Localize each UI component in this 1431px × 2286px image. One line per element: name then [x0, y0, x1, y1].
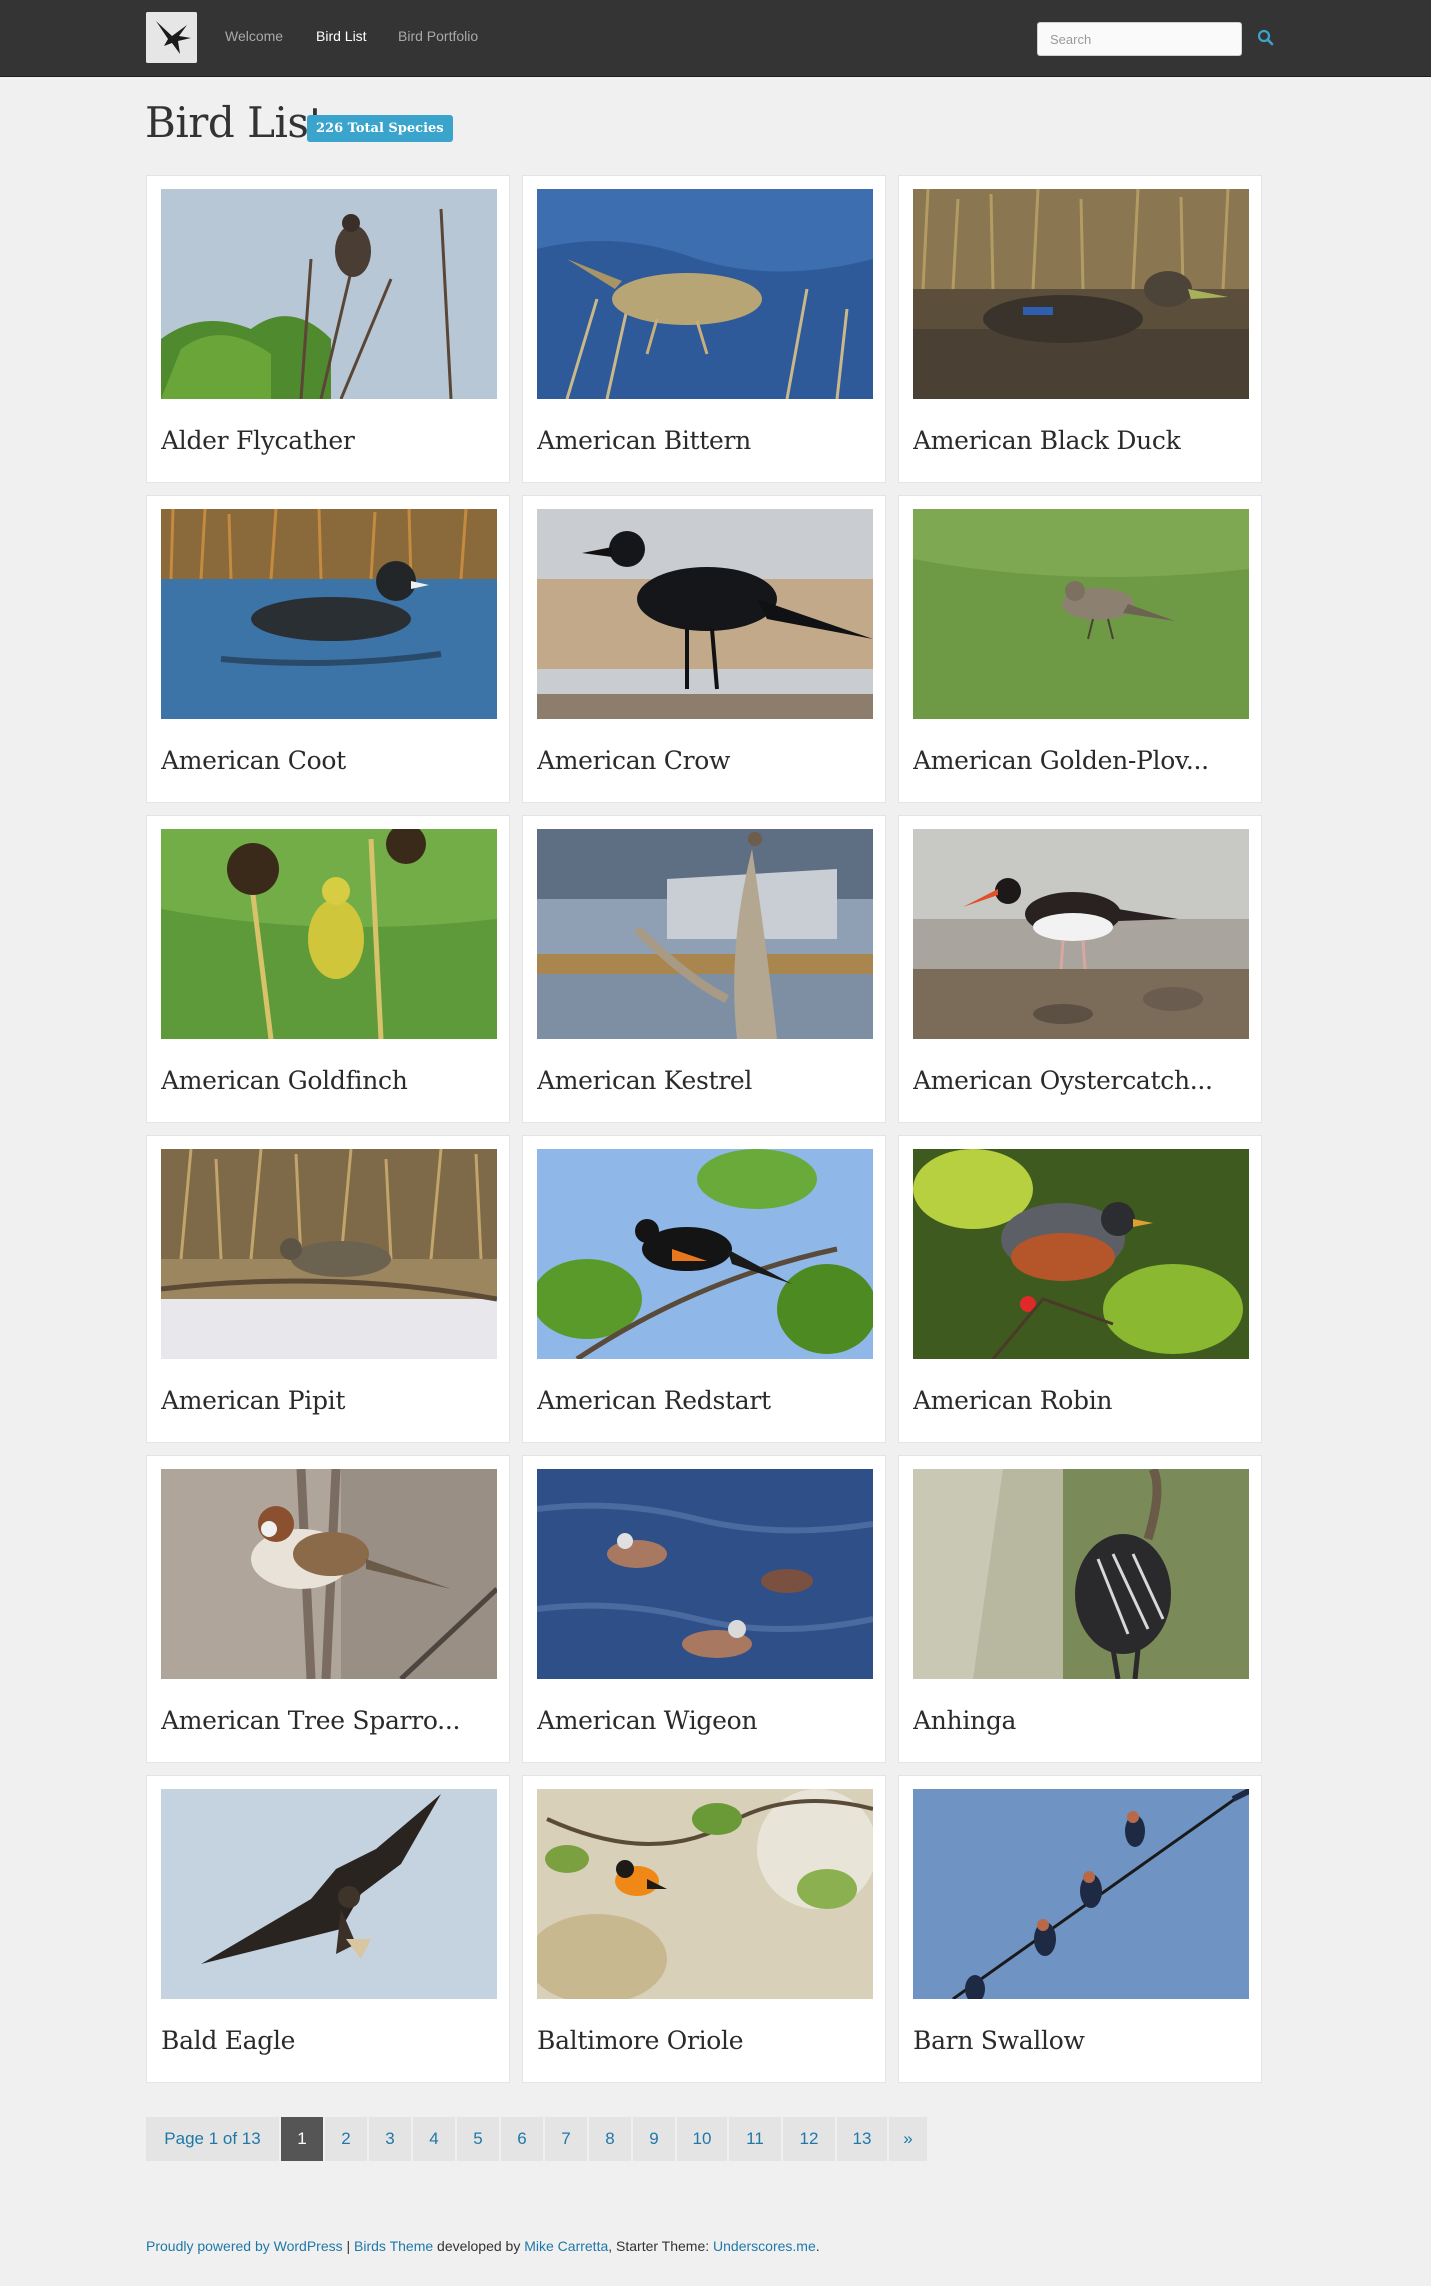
- bird-photo[interactable]: [913, 1789, 1249, 1999]
- bird-photo[interactable]: [537, 189, 873, 399]
- bird-name[interactable]: American Black Duck: [913, 426, 1249, 455]
- page-link-12[interactable]: 12: [783, 2117, 835, 2161]
- bird-name[interactable]: Anhinga: [913, 1706, 1249, 1735]
- bird-name[interactable]: American Golden-Plov...: [913, 746, 1249, 775]
- bird-name[interactable]: American Redstart: [537, 1386, 873, 1415]
- bird-photo[interactable]: [161, 1469, 497, 1679]
- bird-name[interactable]: American Robin: [913, 1386, 1249, 1415]
- bird-photo[interactable]: [537, 829, 873, 1039]
- bird-name[interactable]: Alder Flycather: [161, 426, 497, 455]
- search-input[interactable]: [1037, 22, 1242, 56]
- bird-card[interactable]: Baltimore Oriole: [522, 1775, 886, 2083]
- bird-photo[interactable]: [161, 1149, 497, 1359]
- bird-card[interactable]: American Pipit: [146, 1135, 510, 1443]
- footer-dev-text: developed by: [433, 2238, 525, 2254]
- species-count-badge: 226 Total Species: [307, 115, 453, 142]
- bird-name[interactable]: American Goldfinch: [161, 1066, 497, 1095]
- bird-card[interactable]: American Oystercatch...: [898, 815, 1262, 1123]
- site-logo[interactable]: [146, 12, 197, 63]
- bird-card[interactable]: American Tree Sparro...: [146, 1455, 510, 1763]
- page-link-6[interactable]: 6: [501, 2117, 543, 2161]
- site-footer: Proudly powered by WordPress | Birds The…: [146, 2238, 820, 2254]
- page-info: Page 1 of 13: [146, 2117, 279, 2161]
- bird-card[interactable]: American Crow: [522, 495, 886, 803]
- page-link-10[interactable]: 10: [677, 2117, 727, 2161]
- bird-card[interactable]: Anhinga: [898, 1455, 1262, 1763]
- bird-photo[interactable]: [161, 509, 497, 719]
- bird-name[interactable]: Baltimore Oriole: [537, 2026, 873, 2055]
- page-link-7[interactable]: 7: [545, 2117, 587, 2161]
- bird-card[interactable]: American Kestrel: [522, 815, 886, 1123]
- page-link-2[interactable]: 2: [325, 2117, 367, 2161]
- search-icon: [1257, 29, 1274, 46]
- bird-name[interactable]: American Wigeon: [537, 1706, 873, 1735]
- footer-separator: |: [342, 2238, 355, 2254]
- bird-card[interactable]: Bald Eagle: [146, 1775, 510, 2083]
- nav-link-bird-portfolio[interactable]: Bird Portfolio: [398, 28, 478, 44]
- page-link-13[interactable]: 13: [837, 2117, 887, 2161]
- page-next-button[interactable]: »: [889, 2117, 927, 2161]
- bird-photo[interactable]: [161, 829, 497, 1039]
- search-button[interactable]: [1255, 27, 1277, 49]
- page-link-1[interactable]: 1: [281, 2117, 323, 2161]
- top-navbar: Welcome Bird List Bird Portfolio: [0, 0, 1431, 77]
- bird-name[interactable]: American Pipit: [161, 1386, 497, 1415]
- bird-photo[interactable]: [913, 1469, 1249, 1679]
- page-link-9[interactable]: 9: [633, 2117, 675, 2161]
- bird-name[interactable]: American Oystercatch...: [913, 1066, 1249, 1095]
- bird-card[interactable]: American Wigeon: [522, 1455, 886, 1763]
- bird-card[interactable]: Alder Flycather: [146, 175, 510, 483]
- nav-link-bird-list[interactable]: Bird List: [316, 28, 367, 44]
- bird-photo[interactable]: [913, 189, 1249, 399]
- bird-card[interactable]: American Robin: [898, 1135, 1262, 1443]
- nav-link-welcome[interactable]: Welcome: [225, 28, 283, 44]
- bird-card[interactable]: American Bittern: [522, 175, 886, 483]
- page-link-4[interactable]: 4: [413, 2117, 455, 2161]
- page-title: Bird List: [145, 98, 325, 147]
- bird-card[interactable]: American Black Duck: [898, 175, 1262, 483]
- author-link[interactable]: Mike Carretta: [524, 2238, 608, 2254]
- bird-card[interactable]: American Golden-Plov...: [898, 495, 1262, 803]
- bird-photo[interactable]: [161, 1789, 497, 1999]
- bird-name[interactable]: American Bittern: [537, 426, 873, 455]
- bird-name[interactable]: American Coot: [161, 746, 497, 775]
- birds-theme-link[interactable]: Birds Theme: [354, 2238, 433, 2254]
- bird-photo[interactable]: [537, 1469, 873, 1679]
- bird-photo[interactable]: [161, 189, 497, 399]
- footer-end: .: [815, 2238, 820, 2254]
- footer-starter-text: , Starter Theme:: [608, 2238, 714, 2254]
- bird-card[interactable]: Barn Swallow: [898, 1775, 1262, 2083]
- bird-photo[interactable]: [537, 1789, 873, 1999]
- bird-card[interactable]: American Goldfinch: [146, 815, 510, 1123]
- bird-name[interactable]: American Tree Sparro...: [161, 1706, 497, 1735]
- wordpress-link[interactable]: Proudly powered by WordPress: [146, 2238, 343, 2254]
- bird-photo[interactable]: [913, 509, 1249, 719]
- bird-photo[interactable]: [913, 1149, 1249, 1359]
- bird-card[interactable]: American Coot: [146, 495, 510, 803]
- page-link-8[interactable]: 8: [589, 2117, 631, 2161]
- bird-name[interactable]: Bald Eagle: [161, 2026, 497, 2055]
- page-link-5[interactable]: 5: [457, 2117, 499, 2161]
- bird-silhouette-logo-icon: [146, 12, 197, 63]
- page-link-11[interactable]: 11: [729, 2117, 781, 2161]
- bird-card[interactable]: American Redstart: [522, 1135, 886, 1443]
- bird-photo[interactable]: [537, 509, 873, 719]
- bird-name[interactable]: Barn Swallow: [913, 2026, 1249, 2055]
- bird-photo[interactable]: [537, 1149, 873, 1359]
- bird-name[interactable]: American Kestrel: [537, 1066, 873, 1095]
- page-link-3[interactable]: 3: [369, 2117, 411, 2161]
- bird-name[interactable]: American Crow: [537, 746, 873, 775]
- underscores-link[interactable]: Underscores.me: [713, 2238, 816, 2254]
- bird-photo[interactable]: [913, 829, 1249, 1039]
